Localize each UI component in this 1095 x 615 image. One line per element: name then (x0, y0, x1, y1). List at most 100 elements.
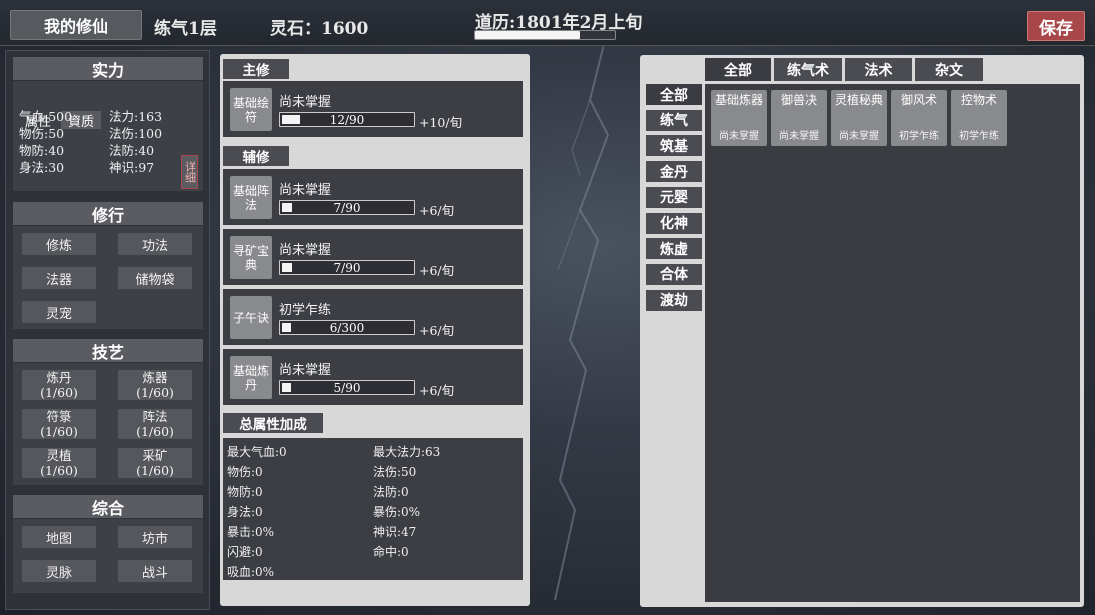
technique-status: 尚未掌握 (719, 131, 759, 142)
technique-library-panel: 全部 练气术 法术 杂文 基础炼器 尚未掌握 御兽决 尚未掌握 灵植秘典 尚未掌握 御风术初… (640, 55, 1084, 607)
technique-item[interactable]: 御风术 初学乍练 (891, 90, 947, 146)
total-bonus-stat: 暴伤:0% (373, 505, 421, 519)
spirit-stone-label: 灵石： (270, 19, 321, 39)
tab-misc[interactable]: 杂文 (915, 58, 983, 81)
strength-heading: 实力 (13, 57, 203, 80)
market-button[interactable]: 坊市 (118, 526, 192, 548)
category-0[interactable]: 全部 (646, 84, 702, 105)
top-bar: 我的修仙 练气1层 灵石：1600 道历:1801年2月上旬 保存 (0, 0, 1095, 46)
total-bonus-stat: 命中:0 (373, 545, 409, 559)
ziwu-skill-icon: 子午诀 (230, 296, 272, 339)
detail-button[interactable]: 详细 (181, 155, 198, 189)
talisman-level: (1/60) (40, 424, 78, 439)
calendar-progress-bar (474, 30, 616, 40)
ziwu-skill-progress-bar: 6/300 (279, 320, 415, 335)
category-5[interactable]: 化神 (646, 212, 702, 234)
spirit-pet-button[interactable]: 灵宠 (22, 301, 96, 323)
formation-button[interactable]: 阵法 (1/60) (118, 409, 192, 439)
category-8[interactable]: 渡劫 (646, 289, 702, 311)
ore-finding-skill-status: 尚未掌握 (279, 243, 332, 258)
total-bonus-stat: 吸血:0% (227, 565, 275, 579)
category-4[interactable]: 元婴 (646, 186, 702, 208)
formation-skill-progress-bar: 7/90 (279, 200, 415, 215)
save-button[interactable]: 保存 (1027, 11, 1085, 41)
herb-planting-level: (1/60) (40, 463, 78, 478)
storage-bag-button[interactable]: 储物袋 (118, 267, 192, 289)
ziwu-skill-rate: +6/旬 (419, 323, 455, 338)
mining-button[interactable]: 采矿 (1/60) (118, 448, 192, 478)
formation-skill-rate: +6/旬 (419, 203, 455, 218)
artifact-button[interactable]: 法器 (22, 267, 96, 289)
alchemy-skill-icon: 基础炼丹 (230, 356, 272, 399)
map-button[interactable]: 地图 (22, 526, 96, 548)
ore-finding-skill-rate: +6/旬 (419, 263, 455, 278)
technique-item[interactable]: 控物术 初学乍练 (951, 90, 1007, 146)
talisman-label: 符箓 (46, 409, 72, 424)
tab-qi-arts[interactable]: 练气术 (774, 58, 842, 81)
formation-level: (1/60) (136, 424, 174, 439)
main-skill-progress-text: 12/90 (329, 112, 365, 127)
stat-value: 身法:30 (19, 160, 65, 175)
tab-all[interactable]: 全部 (705, 58, 771, 81)
spirit-vein-button[interactable]: 灵脉 (22, 560, 96, 582)
battle-button[interactable]: 战斗 (118, 560, 192, 582)
technique-item[interactable]: 灵植秘典 尚未掌握 (831, 90, 887, 146)
total-bonus-stat: 神识:47 (373, 525, 417, 539)
total-bonus-stat: 最大法力:63 (373, 445, 441, 459)
technique-grid: 基础炼器 尚未掌握 御兽决 尚未掌握 灵植秘典 尚未掌握 御风术 初学乍练 控物术 初学乍练 (705, 84, 1080, 602)
tab-spells[interactable]: 法术 (845, 58, 912, 81)
alchemy-label: 炼丹 (46, 370, 72, 385)
my-cultivation-button[interactable]: 我的修仙 (10, 10, 142, 40)
alchemy-button[interactable]: 炼丹 (1/60) (22, 370, 96, 400)
main-skill-rate: +10/旬 (419, 115, 463, 130)
technique-status: 初学乍练 (959, 131, 999, 142)
general-heading: 综合 (13, 495, 203, 518)
ore-finding-skill-card[interactable]: 寻矿宝典 尚未掌握 7/90 +6/旬 (223, 229, 523, 285)
mining-level: (1/60) (136, 463, 174, 478)
total-bonus-panel: 最大气血:0 最大法力:63 物伤:0 法伤:50 物防:0 法防:0 身法:0 暴伤:0% 暴… (223, 438, 523, 580)
aux-skill-label: 辅修 (223, 146, 289, 166)
ziwu-skill-progress-text: 6/300 (329, 320, 365, 335)
alchemy-skill-progress-text: 5/90 (333, 380, 361, 395)
spirit-stone-value: 1600 (321, 19, 369, 39)
calendar-progress-fill (475, 31, 580, 39)
cultivation-heading: 修行 (13, 202, 203, 225)
main-skill-icon: 基础绘符 (230, 88, 272, 131)
total-bonus-stat: 闪避:0 (227, 545, 263, 559)
technique-item[interactable]: 基础炼器 尚未掌握 (711, 90, 767, 146)
ore-finding-skill-progress-text: 7/90 (333, 260, 361, 275)
total-bonus-stat: 暴击:0% (227, 525, 275, 539)
alchemy-skill-progress-bar: 5/90 (279, 380, 415, 395)
main-skill-card[interactable]: 基础绘符 尚未掌握 12/90 +10/旬 (223, 81, 523, 137)
technique-status: 初学乍练 (899, 131, 939, 142)
technique-item[interactable]: 御兽决 尚未掌握 (771, 90, 827, 146)
main-skill-progress-bar: 12/90 (279, 112, 415, 127)
formation-label: 阵法 (142, 409, 168, 424)
mining-label: 采矿 (142, 448, 168, 463)
ore-finding-skill-progress-bar: 7/90 (279, 260, 415, 275)
formation-skill-card[interactable]: 基础阵法 尚未掌握 7/90 +6/旬 (223, 169, 523, 225)
category-2[interactable]: 筑基 (646, 135, 702, 157)
refining-label: 炼器 (142, 370, 168, 385)
herb-planting-label: 灵植 (46, 448, 72, 463)
herb-planting-button[interactable]: 灵植 (1/60) (22, 448, 96, 478)
lightning-decoration (554, 40, 610, 600)
alchemy-skill-card[interactable]: 基础炼丹 尚未掌握 5/90 +6/旬 (223, 349, 523, 405)
technique-button[interactable]: 功法 (118, 233, 192, 255)
category-1[interactable]: 练气 (646, 109, 702, 131)
refining-button[interactable]: 炼器 (1/60) (118, 370, 192, 400)
category-7[interactable]: 合体 (646, 263, 702, 285)
total-bonus-stat: 法伤:50 (373, 465, 417, 479)
total-bonus-stat: 法防:0 (373, 485, 409, 499)
category-3[interactable]: 金丹 (646, 161, 702, 183)
ziwu-skill-status: 初学乍练 (279, 303, 332, 318)
cultivate-button[interactable]: 修炼 (22, 233, 96, 255)
talisman-button[interactable]: 符箓 (1/60) (22, 409, 96, 439)
category-6[interactable]: 炼虚 (646, 238, 702, 260)
ziwu-skill-card[interactable]: 子午诀 初学乍练 6/300 +6/旬 (223, 289, 523, 345)
formation-skill-status: 尚未掌握 (279, 183, 332, 198)
alchemy-skill-status: 尚未掌握 (279, 363, 332, 378)
main-skill-status: 尚未掌握 (279, 95, 332, 110)
total-bonus-stat: 物防:0 (227, 485, 263, 499)
technique-status: 尚未掌握 (779, 131, 819, 142)
